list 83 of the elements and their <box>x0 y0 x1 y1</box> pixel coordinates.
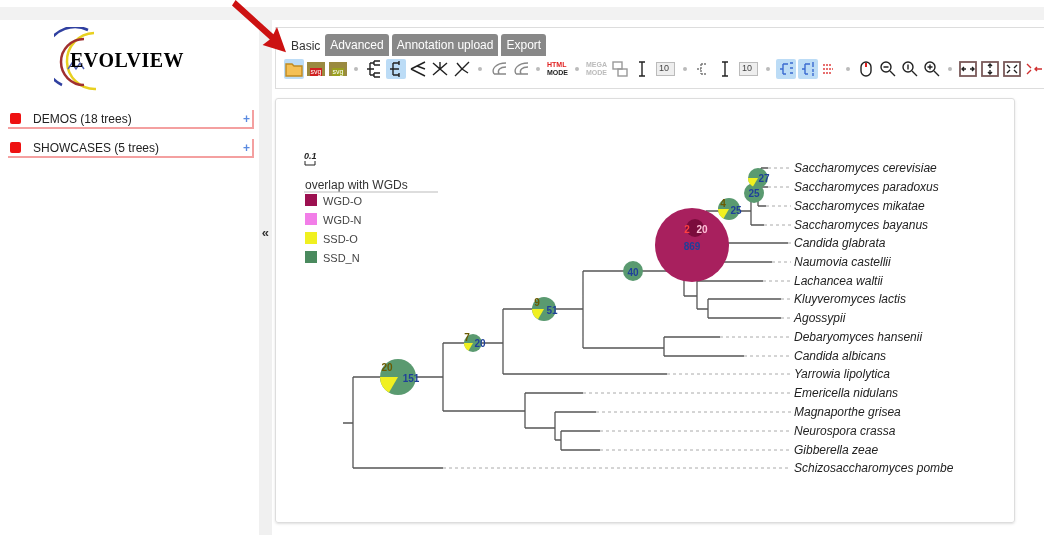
leaf-label: Naumovia castellii <box>794 255 891 269</box>
tab[interactable]: Export <box>501 34 547 56</box>
toolbar-button[interactable] <box>900 59 920 79</box>
slanted-tree-icon <box>409 60 427 78</box>
node-label: 869 <box>683 241 701 252</box>
leaf-label: Kluyveromyces lactis <box>794 292 907 306</box>
leaf-label: Candida albicans <box>794 349 887 363</box>
toolbar-button[interactable] <box>922 59 942 79</box>
leaf-label: Schizosaccharomyces pombe <box>794 461 954 475</box>
leaf-label: Lachancea waltii <box>794 274 883 288</box>
node-pie <box>718 198 740 220</box>
node-label: 2 <box>684 224 690 235</box>
node-pie <box>532 297 556 321</box>
sidebar-item-label: DEMOS (18 trees) <box>33 110 133 128</box>
legend-label: WGD-N <box>323 214 362 226</box>
fit-width-icon <box>959 60 977 78</box>
toolbar-button[interactable] <box>958 59 978 79</box>
node-label: 20 <box>696 224 708 235</box>
node-label: 51 <box>546 305 558 316</box>
leaf-label: Yarrowia lipolytica <box>794 367 890 381</box>
mouse-icon <box>857 60 875 78</box>
toolbar-button[interactable] <box>452 59 472 79</box>
zoom-reset-icon <box>901 60 919 78</box>
fit-all-icon <box>1003 60 1021 78</box>
toolbar-button[interactable] <box>430 59 450 79</box>
node-label: 25 <box>748 188 760 199</box>
sidebar-item-marker <box>10 142 21 153</box>
leaf-label: Neurospora crassa <box>794 424 896 438</box>
scale-bar <box>304 160 316 166</box>
node-label: 20 <box>474 338 486 349</box>
circular-tree-icon <box>511 60 529 78</box>
expand-toggle[interactable]: + <box>243 109 250 128</box>
legend-label: SSD_N <box>323 252 360 264</box>
pointer-arrow <box>230 0 288 54</box>
zoom-out-icon <box>879 60 897 78</box>
zoom-in-icon <box>923 60 941 78</box>
leaf-label: Saccharomyces cerevisiae <box>794 161 937 175</box>
leaf-label: Gibberella zeae <box>794 443 879 457</box>
align-labels-icon <box>777 60 795 78</box>
collapse-toggle[interactable]: « <box>261 222 269 243</box>
node-label: 151 <box>402 373 420 384</box>
sidebar-item-marker <box>10 113 21 124</box>
circular-tree-icon <box>489 60 507 78</box>
leaf-label: Emericella nidulans <box>794 386 899 400</box>
unrooted-tree-icon <box>453 60 471 78</box>
align-labels-icon <box>799 60 817 78</box>
tree-icon <box>365 60 383 78</box>
node-label: 25 <box>730 205 742 216</box>
expand-toggle[interactable]: + <box>243 138 250 157</box>
node-label: 20 <box>381 362 393 373</box>
legend-label: WGD-O <box>323 195 363 207</box>
unrooted-tree-icon <box>431 60 449 78</box>
node-label: 4 <box>720 198 726 209</box>
toolbar-button[interactable] <box>1002 59 1022 79</box>
leaf-label: Debaryomyces hansenii <box>794 330 923 344</box>
toolbar-button[interactable] <box>878 59 898 79</box>
fit-height-icon <box>981 60 999 78</box>
logo-text: EVOLVIEW <box>70 48 184 73</box>
node-circle <box>623 261 643 281</box>
leaf-label: Saccharomyces paradoxus <box>794 180 939 194</box>
sidebar-item[interactable]: DEMOS (18 trees) + <box>8 110 254 129</box>
size-field[interactable]: 10 <box>656 62 675 76</box>
leaf-label: Magnaporthe grisea <box>794 405 901 419</box>
tab[interactable]: Annotation upload <box>391 34 499 56</box>
leaf-label: Agossypii <box>794 311 846 325</box>
toolbar-button[interactable] <box>980 59 1000 79</box>
legend-title: overlap with WGDs <box>305 178 408 192</box>
leaf-label: Candida glabrata <box>794 236 886 250</box>
folder-icon <box>285 60 303 78</box>
size-field[interactable]: 10 <box>739 62 758 76</box>
tab[interactable]: Advanced <box>325 34 389 56</box>
toolbar-button[interactable] <box>408 59 428 79</box>
sidebar-item[interactable]: SHOWCASES (5 trees) + <box>8 139 254 158</box>
scale-bar-label: 0.1 <box>304 151 317 161</box>
leaf-label: Saccharomyces mikatae <box>794 199 925 213</box>
node-label: 40 <box>627 267 639 278</box>
layers-icon <box>611 60 629 78</box>
legend-label: SSD-O <box>323 233 358 245</box>
tab[interactable]: Basic <box>289 36 323 56</box>
leaf-label: Saccharomyces bayanus <box>794 218 929 232</box>
sidebar-item-label: SHOWCASES (5 trees) <box>33 139 161 157</box>
node-label: 9 <box>534 297 540 308</box>
toolbar-button[interactable] <box>386 59 406 79</box>
